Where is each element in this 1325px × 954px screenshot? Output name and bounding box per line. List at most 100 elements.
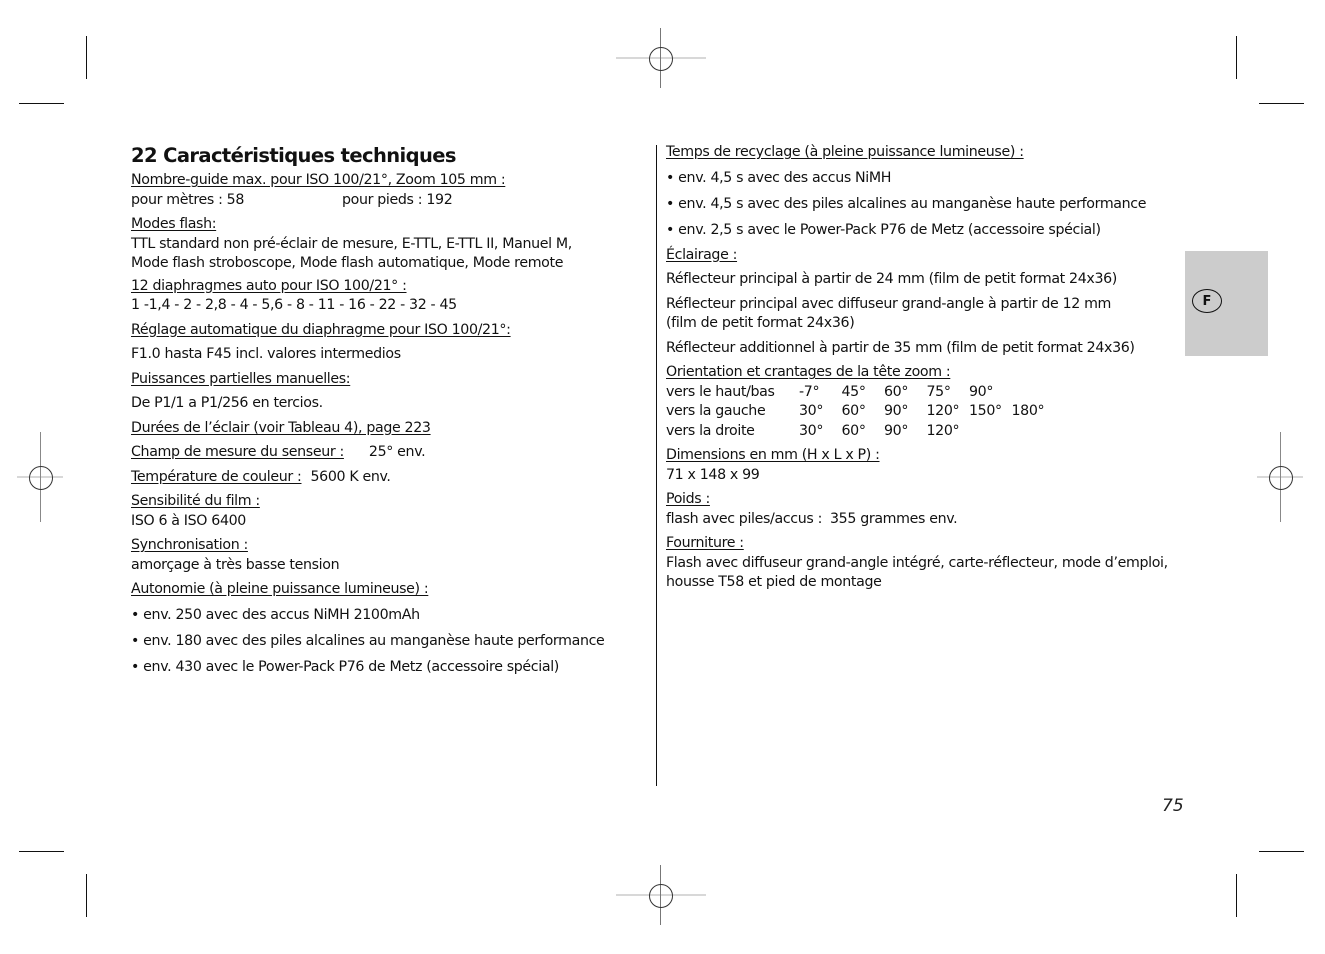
flash-modes-section: Modes flash: TTL standard non pré-éclair… — [131, 215, 621, 274]
orientation-heading: Orientation et crantages de la tête zoom… — [666, 364, 951, 380]
sync-section: Synchronisation : amorçage à très basse … — [131, 536, 621, 575]
recycle-heading: Temps de recyclage (à pleine puissance l… — [666, 144, 1024, 160]
flash-modes-line: TTL standard non pré-éclair de mesure, E… — [131, 235, 572, 252]
partial-power-heading: Puissances partielles manuelles: — [131, 370, 351, 387]
auto-aperture-value: F1.0 hasta F45 incl. valores intermedios — [131, 346, 401, 362]
crop-mark-top-right-horizontal — [1259, 103, 1304, 104]
orientation-value: 90° — [969, 383, 994, 400]
crop-mark-bottom-right-horizontal — [1259, 851, 1304, 852]
lighting-heading: Éclairage : — [666, 246, 738, 263]
crop-mark-bottom-left-vertical — [86, 874, 87, 917]
autonomy-item: • env. 180 avec des piles alcalines au m… — [131, 633, 605, 649]
auto-aperture-heading: Réglage automatique du diaphragme pour I… — [131, 321, 511, 338]
recycle-item: • env. 4,5 s avec des piles alcalines au… — [666, 196, 1147, 212]
guide-number-section: Nombre-guide max. pour ISO 100/21°, Zoom… — [131, 171, 621, 210]
autonomy-item: • env. 250 avec des accus NiMH 2100mAh — [131, 607, 420, 623]
orientation-value: 150° — [969, 403, 1002, 419]
orientation-value: 60° — [841, 422, 866, 439]
film-speed-value: ISO 6 à ISO 6400 — [131, 512, 246, 529]
orientation-row: vers la gauche 30° 60° 90° 120° 150° 180… — [666, 402, 1166, 422]
film-speed-section: Sensibilité du film : ISO 6 à ISO 6400 — [131, 492, 621, 531]
registration-mark-right — [1240, 432, 1325, 522]
language-badge: F — [1192, 289, 1222, 313]
dimensions-section: Dimensions en mm (H x L x P) : 71 x 148 … — [666, 446, 1166, 485]
orientation-row-label: vers la gauche — [666, 403, 766, 419]
partial-power-value: De P1/1 a P1/256 en tercios. — [131, 395, 323, 411]
orientation-value: 30° — [799, 403, 824, 419]
film-speed-heading: Sensibilité du film : — [131, 493, 260, 509]
flash-durations-section: Durées de l’éclair (voir Tableau 4), pag… — [131, 419, 621, 439]
orientation-row-label: vers le haut/bas — [666, 383, 775, 400]
partial-power-section: Puissances partielles manuelles: De P1/1… — [131, 370, 621, 414]
orientation-row-label: vers la droite — [666, 422, 755, 439]
crop-mark-bottom-right-vertical — [1236, 874, 1237, 917]
crop-mark-top-right-vertical — [1236, 36, 1237, 79]
crop-mark-top-left-vertical — [86, 36, 87, 79]
lighting-item: Réflecteur additionnel à partir de 35 mm… — [666, 339, 1135, 356]
language-tab: F — [1185, 251, 1268, 356]
left-column: 22 Caractéristiques techniques Nombre-gu… — [131, 143, 621, 678]
orientation-value: 120° — [926, 403, 960, 419]
orientation-value: 30° — [799, 422, 824, 439]
weight-heading: Poids : — [666, 491, 710, 507]
crop-mark-bottom-left-horizontal — [19, 851, 64, 852]
registration-mark-bottom — [616, 850, 706, 940]
apertures-value: 1 -1,4 - 2 - 2,8 - 4 - 5,6 - 8 - 11 - 16… — [131, 297, 457, 313]
lighting-item: (film de petit format 24x36) — [666, 315, 855, 331]
orientation-value: 75° — [926, 383, 951, 400]
supply-line: Flash avec diffuseur grand-angle intégré… — [666, 554, 1168, 571]
sync-value: amorçage à très basse tension — [131, 556, 340, 573]
color-temp-value: 5600 K env. — [310, 468, 391, 485]
registration-mark-top — [616, 13, 706, 103]
orientation-row: vers le haut/bas -7° 45° 60° 75° 90° — [666, 383, 1166, 403]
autonomy-section: Autonomie (à pleine puissance lumineuse)… — [131, 580, 621, 678]
sync-heading: Synchronisation : — [131, 537, 248, 553]
registration-mark-left — [0, 432, 90, 522]
orientation-value: 60° — [884, 383, 909, 400]
guide-number-heading: Nombre-guide max. pour ISO 100/21°, Zoom… — [131, 172, 506, 188]
orientation-value: 60° — [841, 403, 866, 419]
orientation-value: 90° — [884, 422, 909, 439]
supply-heading: Fourniture : — [666, 535, 744, 551]
crop-mark-top-left-horizontal — [19, 103, 64, 104]
sensor-field-heading: Champ de mesure du senseur : — [131, 444, 344, 460]
flash-modes-line: Mode flash stroboscope, Mode flash autom… — [131, 255, 564, 271]
orientation-value: 45° — [841, 383, 866, 400]
dimensions-value: 71 x 148 x 99 — [666, 466, 760, 483]
lighting-item: Réflecteur principal avec diffuseur gran… — [666, 295, 1112, 312]
auto-aperture-section: Réglage automatique du diaphragme pour I… — [131, 321, 621, 365]
orientation-section: Orientation et crantages de la tête zoom… — [666, 363, 1166, 441]
guide-number-feet: pour pieds : 192 — [342, 191, 453, 208]
apertures-section: 12 diaphragmes auto pour ISO 100/21° : 1… — [131, 277, 621, 316]
orientation-value: -7° — [799, 383, 820, 400]
weight-value: 355 grammes env. — [830, 510, 958, 527]
weight-label: flash avec piles/accus : — [666, 510, 823, 527]
autonomy-heading: Autonomie (à pleine puissance lumineuse)… — [131, 581, 429, 597]
orientation-value: 120° — [926, 422, 960, 439]
flash-modes-heading: Modes flash: — [131, 216, 217, 232]
apertures-heading: 12 diaphragmes auto pour ISO 100/21° : — [131, 277, 407, 294]
dimensions-heading: Dimensions en mm (H x L x P) : — [666, 447, 880, 463]
right-column: Temps de recyclage (à pleine puissance l… — [666, 143, 1168, 593]
lighting-item: Réflecteur principal à partir de 24 mm (… — [666, 271, 1117, 287]
column-divider — [656, 145, 657, 786]
recycle-item: • env. 4,5 s avec des accus NiMH — [666, 170, 892, 186]
lighting-section: Éclairage : Réflecteur principal à parti… — [666, 246, 1166, 359]
flash-durations-heading: Durées de l’éclair (voir Tableau 4), pag… — [131, 419, 431, 436]
supply-section: Fourniture : Flash avec diffuseur grand-… — [666, 534, 1168, 593]
recycle-section: Temps de recyclage (à pleine puissance l… — [666, 143, 1166, 241]
recycle-item: • env. 2,5 s avec le Power-Pack P76 de M… — [666, 222, 1101, 238]
color-temp-heading: Température de couleur : — [131, 468, 302, 485]
orientation-value: 90° — [884, 403, 909, 419]
page-title: 22 Caractéristiques techniques — [131, 144, 456, 167]
color-temp-section: Température de couleur : 5600 K env. — [131, 468, 621, 488]
orientation-value: 180° — [1011, 403, 1045, 419]
autonomy-item: • env. 430 avec le Power-Pack P76 de Met… — [131, 659, 559, 675]
guide-number-meters: pour mètres : 58 — [131, 191, 245, 208]
supply-line: housse T58 et pied de montage — [666, 574, 882, 590]
sensor-field-section: Champ de mesure du senseur : 25° env. — [131, 443, 621, 463]
orientation-row: vers la droite 30° 60° 90° 120° — [666, 422, 1166, 442]
weight-section: Poids : flash avec piles/accus : 355 gra… — [666, 490, 1166, 529]
sensor-field-value: 25° env. — [368, 444, 426, 460]
page-number: 75 — [1162, 796, 1184, 816]
